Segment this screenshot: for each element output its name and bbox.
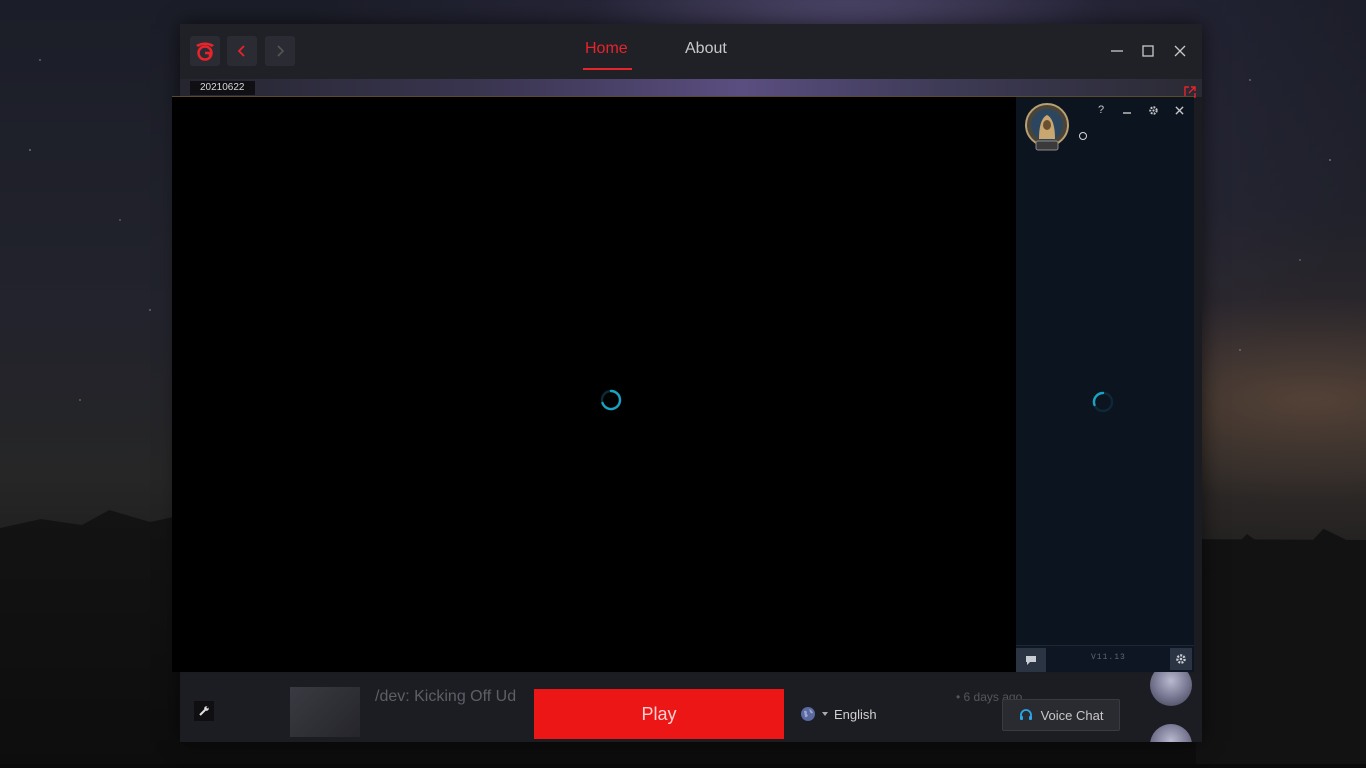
minimize-icon <box>1111 50 1123 52</box>
loading-spinner <box>600 389 622 411</box>
launcher-titlebar: Home About <box>180 24 1202 79</box>
panel-settings-button[interactable] <box>1146 103 1160 117</box>
chat-bubble-icon <box>1026 655 1036 665</box>
tab-home-underline <box>583 68 632 70</box>
chat-button[interactable] <box>1016 648 1046 672</box>
panel-close-button[interactable] <box>1172 103 1186 117</box>
chevron-left-icon <box>237 45 245 57</box>
panel-minimize-button[interactable] <box>1120 103 1134 117</box>
client-version: V11.13 <box>1091 653 1126 662</box>
garena-logo-icon <box>196 42 214 61</box>
loading-spinner <box>1092 391 1114 413</box>
profile-emblem-icon <box>1025 103 1069 151</box>
maximize-icon <box>1142 45 1154 57</box>
close-icon <box>1174 105 1184 115</box>
footer-settings-button[interactable] <box>1170 648 1192 670</box>
news-banner[interactable] <box>180 79 1202 97</box>
back-button[interactable] <box>227 36 257 66</box>
close-button[interactable] <box>1169 40 1191 62</box>
game-overlay <box>172 96 1016 672</box>
close-icon <box>1174 45 1186 57</box>
friends-panel-controls: ? <box>1094 103 1186 117</box>
forward-button[interactable] <box>265 36 295 66</box>
friends-panel-footer: V11.13 <box>1016 645 1194 672</box>
taskbar-strip <box>0 764 1366 768</box>
profile-icon[interactable] <box>1022 103 1072 153</box>
minimize-icon <box>1123 112 1131 114</box>
maximize-button[interactable] <box>1137 40 1159 62</box>
chevron-right-icon <box>277 45 285 57</box>
gear-icon <box>1176 654 1186 664</box>
tab-about[interactable]: About <box>685 40 727 58</box>
minimize-button[interactable] <box>1106 40 1128 62</box>
play-button-layer: Play <box>180 674 1202 742</box>
play-button[interactable]: Play <box>534 689 784 739</box>
version-tag: 20210622 <box>190 81 255 95</box>
tab-home[interactable]: Home <box>585 40 628 58</box>
friends-panel: ? V11.13 <box>1016 96 1194 672</box>
garena-logo-button[interactable] <box>190 36 220 66</box>
gear-icon <box>1148 105 1158 115</box>
status-indicator <box>1079 132 1087 140</box>
help-button[interactable]: ? <box>1094 103 1108 117</box>
